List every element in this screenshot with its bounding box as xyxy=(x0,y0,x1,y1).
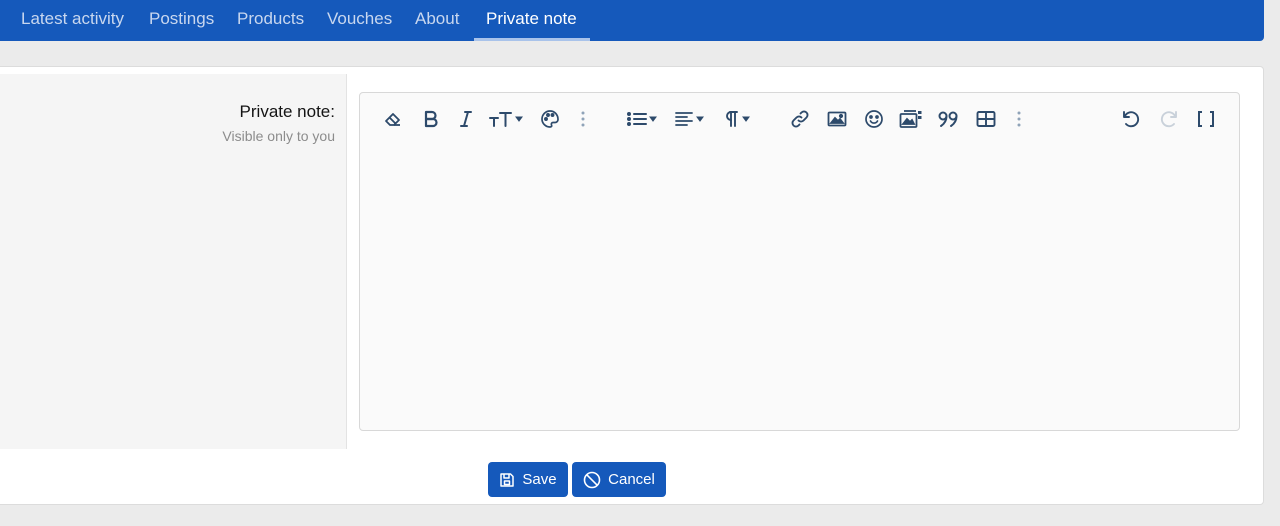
paragraph-icon[interactable] xyxy=(720,105,756,133)
form-label-column: Private note: Visible only to you xyxy=(0,74,347,449)
text-size-icon[interactable] xyxy=(488,105,526,133)
ban-icon xyxy=(583,471,601,488)
italic-icon[interactable] xyxy=(452,105,480,133)
cancel-button-label: Cancel xyxy=(608,471,655,488)
save-button[interactable]: Save xyxy=(488,462,568,497)
align-icon[interactable] xyxy=(673,105,709,133)
media-icon[interactable] xyxy=(897,105,925,133)
save-button-label: Save xyxy=(522,471,557,488)
redo-icon[interactable] xyxy=(1155,105,1183,133)
floppy-disk-icon xyxy=(500,472,515,487)
image-icon[interactable] xyxy=(823,105,851,133)
field-hint: Visible only to you xyxy=(222,128,335,144)
editor-content-area[interactable] xyxy=(372,145,1227,418)
bold-icon[interactable] xyxy=(417,105,445,133)
palette-icon[interactable] xyxy=(536,105,564,133)
rich-text-editor xyxy=(359,92,1240,431)
tab-latest-activity[interactable]: Latest activity xyxy=(21,0,124,41)
tab-vouches[interactable]: Vouches xyxy=(327,0,392,41)
undo-icon[interactable] xyxy=(1117,105,1145,133)
eraser-icon[interactable] xyxy=(379,105,407,133)
field-label: Private note: xyxy=(239,102,335,121)
smiley-icon[interactable] xyxy=(860,105,888,133)
tab-products[interactable]: Products xyxy=(237,0,304,41)
private-note-form: Private note: Visible only to you Save C… xyxy=(0,66,1264,505)
tab-about[interactable]: About xyxy=(415,0,459,41)
brackets-icon[interactable] xyxy=(1192,105,1220,133)
tab-postings[interactable]: Postings xyxy=(149,0,214,41)
profile-tab-bar: Latest activity Postings Products Vouche… xyxy=(0,0,1264,41)
cancel-button[interactable]: Cancel xyxy=(572,462,666,497)
link-icon[interactable] xyxy=(786,105,814,133)
active-tab-indicator xyxy=(474,38,590,41)
more-vertical-icon[interactable] xyxy=(1005,105,1033,133)
more-vertical-icon[interactable] xyxy=(569,105,597,133)
quote-icon[interactable] xyxy=(935,105,963,133)
table-icon[interactable] xyxy=(972,105,1000,133)
tab-private-note[interactable]: Private note xyxy=(486,0,577,41)
list-icon[interactable] xyxy=(625,105,661,133)
